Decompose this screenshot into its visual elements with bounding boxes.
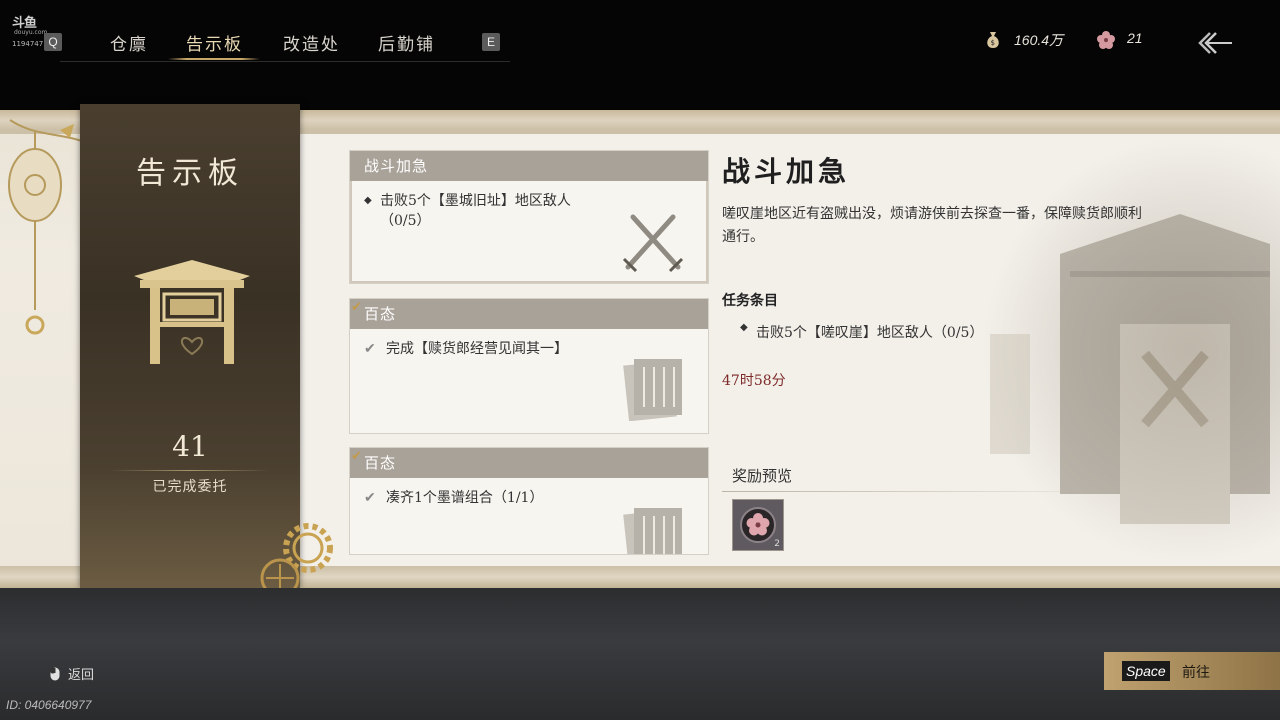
active-tab-underline	[168, 58, 260, 60]
task-card-header: 百态	[350, 299, 708, 329]
check-icon: ✔	[364, 490, 376, 506]
detail-title: 战斗加急	[722, 155, 851, 188]
space-key-icon: Space	[1122, 661, 1170, 681]
tab-notice-board[interactable]: 告示板	[186, 30, 243, 58]
reward-quantity: 2	[774, 539, 780, 549]
player-id: ID: 0406640977	[6, 698, 92, 712]
scroll-icon	[620, 355, 690, 427]
mouse-icon	[50, 667, 60, 685]
tab-workshop[interactable]: 改造处	[283, 30, 340, 58]
blossom-count: 21	[1127, 30, 1143, 46]
blossom-icon	[1096, 30, 1116, 54]
back-hint-label: 返回	[68, 668, 95, 683]
completed-count: 41	[172, 430, 208, 463]
task-card-combat[interactable]: 战斗加急 ◆ 击败5个【墨城旧址】地区敌人（0/5）	[349, 150, 709, 284]
bottom-bar	[0, 588, 1280, 720]
completed-corner-check-icon: ✔	[351, 449, 362, 464]
time-remaining: 47时58分	[722, 373, 786, 389]
reward-preview-label: 奖励预览	[732, 467, 793, 485]
banner-title: 告示板	[136, 156, 244, 191]
task-card-completed[interactable]: 百态 ✔ ✔ 凑齐1个墨谱组合（1/1）	[349, 447, 709, 555]
task-card-body: ✔ 完成【赎货郎经营见闻其一】	[350, 329, 708, 422]
background-scene	[980, 134, 1280, 566]
money-bag-icon: $	[984, 30, 1002, 54]
detail-objective: ◆ 击败5个【嗟叹崖】地区敌人（0/5）	[740, 322, 983, 342]
task-objective: 击败5个【墨城旧址】地区敌人（0/5）	[380, 193, 571, 229]
completed-label: 已完成委托	[152, 479, 228, 495]
money-amount: 160.4万	[1014, 32, 1064, 48]
go-to-button[interactable]: Space 前往	[1104, 652, 1280, 690]
task-card-header: 战斗加急	[350, 151, 708, 181]
diamond-bullet-icon: ◆	[740, 322, 748, 333]
pavilion-illustration	[990, 214, 1270, 524]
back-arrow-icon	[1198, 32, 1232, 54]
banner-divider	[110, 470, 270, 471]
reward-item-blossom[interactable]: 2	[732, 499, 784, 551]
diamond-bullet-icon: ◆	[364, 195, 372, 206]
task-card-body: ◆ 击败5个【墨城旧址】地区敌人（0/5）	[350, 181, 708, 273]
detail-objective-text: 击败5个【嗟叹崖】地区敌人（0/5）	[756, 325, 984, 341]
scroll-icon	[620, 504, 690, 554]
tab-logistics-shop[interactable]: 后勤铺	[378, 30, 435, 58]
svg-text:$: $	[991, 39, 995, 47]
crossed-swords-icon	[618, 207, 688, 283]
notice-board-banner: 告示板 41 已完成委托	[80, 104, 300, 588]
gate-icon	[130, 254, 254, 366]
completed-corner-check-icon: ✔	[351, 300, 362, 315]
check-icon: ✔	[364, 341, 376, 357]
go-to-label: 前往	[1182, 665, 1210, 681]
objectives-heading: 任务条目	[722, 293, 778, 309]
prev-tab-key[interactable]: Q	[44, 33, 62, 51]
detail-description: 嗟叹崖地区近有盗贼出没，烦请游侠前去探查一番，保障赎货郎顺利通行。	[722, 206, 1142, 245]
tab-divider	[60, 61, 510, 62]
task-card-completed[interactable]: 百态 ✔ ✔ 完成【赎货郎经营见闻其一】	[349, 298, 709, 434]
task-objective: 凑齐1个墨谱组合（1/1）	[386, 490, 544, 506]
top-bar: 斗鱼 douyu.com 1194747 Q 仓廪 告示板 改造处 后勤铺 E …	[0, 0, 1280, 110]
watermark-room: 1194747	[12, 40, 44, 48]
back-hint[interactable]: 返回	[50, 664, 94, 685]
reward-divider	[722, 491, 1142, 492]
task-objective: 完成【赎货郎经营见闻其一】	[386, 341, 568, 357]
next-tab-key[interactable]: E	[482, 33, 500, 51]
task-card-header: 百态	[350, 448, 708, 478]
task-card-body: ✔ 凑齐1个墨谱组合（1/1）	[350, 478, 708, 554]
tab-granary[interactable]: 仓廪	[110, 30, 148, 58]
back-arrow-button[interactable]	[1196, 28, 1236, 58]
watermark-site: douyu.com	[14, 29, 48, 36]
